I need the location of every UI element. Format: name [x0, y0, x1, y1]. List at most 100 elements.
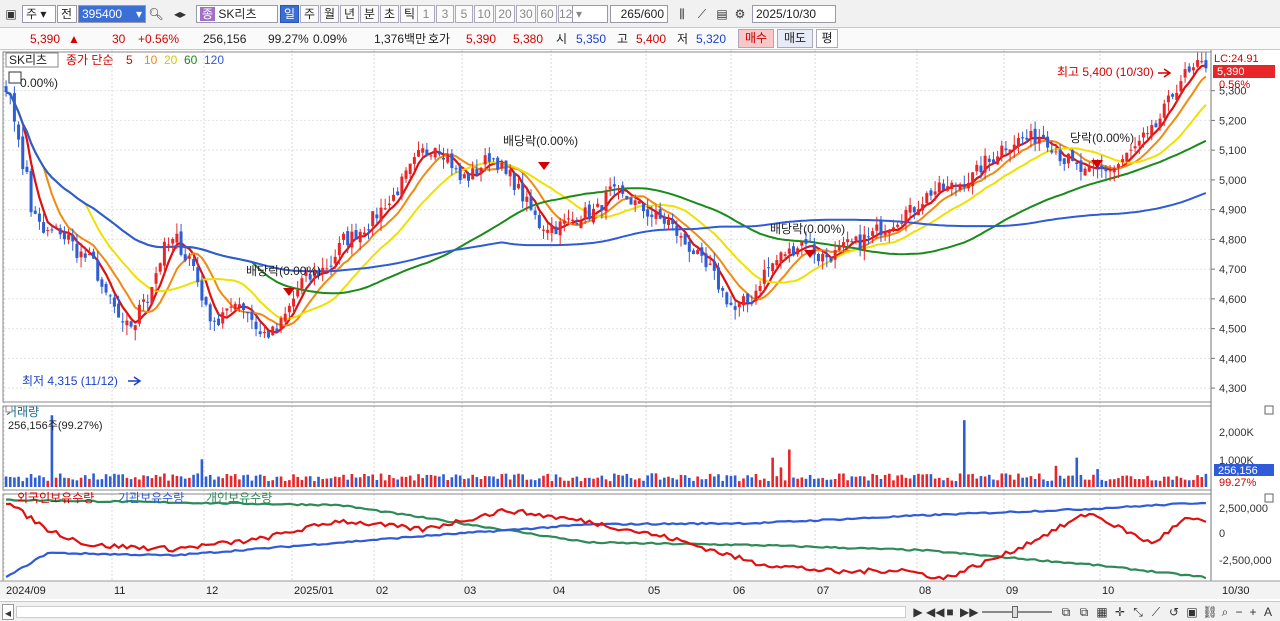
low-label: 저 — [677, 32, 689, 46]
tick-button-30[interactable]: 30 — [516, 5, 536, 23]
image-icon[interactable]: ▣ — [1184, 604, 1200, 620]
crosshair-icon[interactable]: ✛ — [1112, 604, 1128, 620]
volume-bar — [1096, 469, 1099, 487]
candle-body — [237, 304, 241, 308]
candle-body — [750, 301, 754, 304]
candle-body — [579, 221, 583, 229]
stop-icon[interactable]: ■ — [944, 604, 956, 620]
volume-bar — [104, 474, 108, 487]
zoom-slider-handle[interactable] — [1012, 606, 1018, 618]
volume-bar — [263, 475, 266, 487]
prev-next-icon[interactable]: ◂▸ — [166, 5, 194, 23]
volume-bar — [721, 480, 724, 487]
volume-bar — [671, 478, 674, 487]
candle-body — [1004, 148, 1008, 151]
type-select[interactable]: 전 — [57, 5, 77, 23]
volume-bar — [383, 480, 387, 487]
volume-bar — [304, 476, 308, 487]
tick-button-5[interactable]: 5 — [455, 5, 473, 23]
candle-body — [1150, 125, 1154, 137]
candle-body — [796, 248, 800, 255]
volume-bar — [1167, 476, 1170, 487]
holder-panel-close-icon[interactable] — [1264, 493, 1274, 503]
candle-type-icon[interactable]: ⫼ — [674, 5, 690, 23]
volume-bar — [1175, 476, 1179, 487]
zoom-out-button[interactable]: − — [1232, 604, 1246, 620]
stock-chart[interactable]: SK리츠 종가 단순 5 10 20 60 120 0.00%) 최고 5,40… — [0, 50, 1280, 601]
buy-button[interactable]: 매수 — [738, 29, 774, 48]
tick-button-20[interactable]: 20 — [495, 5, 515, 23]
volume-bar — [488, 476, 491, 487]
rewind-icon[interactable]: ◀◀ — [926, 604, 944, 620]
period-button-1[interactable]: 주 — [300, 5, 319, 23]
tick-button-1[interactable]: 1 — [417, 5, 435, 23]
auto-scale-button[interactable]: A — [1260, 604, 1276, 620]
volume-bar — [675, 479, 679, 487]
candle-body — [996, 156, 1000, 165]
candle-body — [1154, 123, 1158, 128]
candle-body — [687, 241, 691, 252]
volume-bar — [817, 478, 820, 487]
period-button-2[interactable]: 월 — [320, 5, 339, 23]
candle-body — [392, 194, 396, 201]
sell-button[interactable]: 매도 — [777, 29, 813, 48]
candle-body — [412, 157, 416, 164]
tick-button-10[interactable]: 10 — [474, 5, 494, 23]
volume-bar — [833, 478, 837, 487]
volume-bar — [1146, 476, 1149, 487]
link-icon[interactable]: ⛓ — [1202, 604, 1218, 620]
period-button-5[interactable]: 초 — [380, 5, 399, 23]
volume-bar — [42, 477, 45, 487]
candle-body — [542, 229, 546, 231]
play-icon[interactable]: ▶ — [912, 604, 924, 620]
period-button-4[interactable]: 분 — [360, 5, 379, 23]
period-button-0[interactable]: 일 — [280, 5, 299, 23]
volume-panel-close-icon[interactable] — [1264, 405, 1274, 415]
reset-icon[interactable]: ↺ — [1166, 604, 1182, 620]
code-input[interactable]: 395400 ▾ — [78, 5, 146, 23]
cursor-icon[interactable]: ⤡ — [1130, 604, 1146, 620]
unit-select[interactable]: ▾ — [572, 5, 608, 23]
candle-body — [92, 251, 96, 259]
price-tick: 4,900 — [1219, 205, 1247, 217]
tick-button-3[interactable]: 3 — [436, 5, 454, 23]
candle-body — [966, 182, 970, 189]
candle-body — [616, 189, 620, 191]
save-icon[interactable]: ▤ — [714, 5, 730, 23]
candle-body — [567, 218, 571, 220]
period-button-3[interactable]: 년 — [340, 5, 359, 23]
candle-body — [1046, 136, 1050, 148]
window-menu-icon[interactable]: ▣ — [3, 5, 19, 23]
candle-body — [292, 298, 296, 307]
settings-gear-icon[interactable]: ⚙ — [732, 5, 748, 23]
candle-body — [1029, 130, 1033, 138]
candle-body — [1183, 69, 1187, 78]
forward-icon[interactable]: ▶▶ — [960, 604, 978, 620]
volume-bar — [942, 480, 945, 487]
stock-name-field[interactable]: 종 SK리츠 — [196, 5, 278, 23]
market-select[interactable]: 주 ▾ — [22, 5, 56, 23]
magnify-icon[interactable]: ⌕ — [1218, 604, 1232, 620]
date-tick: 11 — [114, 585, 125, 597]
horizontal-scrollbar[interactable] — [16, 606, 906, 618]
search-icon[interactable]: 🔍︎ — [148, 5, 164, 23]
eval-button[interactable]: 평 — [816, 29, 838, 48]
count-field[interactable]: 265/600 — [610, 5, 668, 23]
trendline-icon[interactable]: ⟋ — [1148, 604, 1164, 620]
volume-bar — [275, 476, 279, 487]
draw-tool-icon[interactable]: ⟋ — [694, 5, 710, 23]
tick-button-60[interactable]: 60 — [537, 5, 557, 23]
grid-icon[interactable]: ▦ — [1094, 604, 1110, 620]
candle-body — [104, 283, 108, 293]
candle-body — [446, 154, 450, 163]
date-field[interactable]: 2025/10/30 — [752, 5, 836, 23]
volume-bar — [13, 477, 16, 487]
candle-body — [558, 221, 562, 236]
layout-icon[interactable]: ⧉ — [1058, 604, 1074, 620]
zoom-in-button[interactable]: + — [1246, 604, 1260, 620]
copy-icon[interactable]: ⧉ — [1076, 604, 1092, 620]
scroll-left-button[interactable]: ◂ — [2, 604, 14, 620]
candle-body — [1196, 60, 1200, 67]
volume-bar — [333, 476, 337, 487]
volume-bar — [458, 475, 462, 487]
